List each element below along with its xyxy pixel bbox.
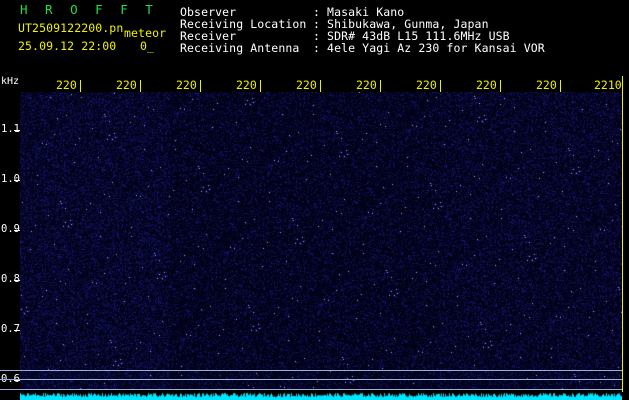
time-label: 220 [176, 78, 197, 92]
time-axis: 220 220 220 220 220 220 220 220 220 2210 [0, 76, 629, 92]
time-label: 220 [416, 78, 437, 92]
time-tick [80, 80, 81, 92]
time-label: 2210 [594, 78, 622, 92]
signal-level-strip [20, 390, 622, 400]
marker-line [0, 370, 622, 371]
mode-label: meteor [124, 26, 167, 40]
frequency-unit-label: kHz [1, 76, 20, 87]
time-label: 220 [536, 78, 557, 92]
time-label: 220 [116, 78, 137, 92]
time-tick [260, 80, 261, 92]
app-title: H R O F F T [20, 2, 158, 17]
time-tick [440, 80, 441, 92]
info-value-antenna: : 4ele Yagi Az 230 for Kansai VOR [313, 41, 545, 55]
file-name: UT2509122200.pn [18, 21, 124, 35]
time-tick [140, 80, 141, 92]
time-label: 220 [296, 78, 317, 92]
time-tick [560, 80, 561, 92]
waterfall-spectrogram [20, 92, 622, 392]
plot-right-border [622, 76, 623, 392]
time-label: 220 [476, 78, 497, 92]
time-tick [200, 80, 201, 92]
time-tick [320, 80, 321, 92]
date-time: 25.09.12 22:00 [18, 39, 117, 53]
time-label: 220 [356, 78, 377, 92]
time-tick [380, 80, 381, 92]
marker-line [0, 379, 622, 380]
frequency-axis: kHz 1.1 1.0 0.9 0.8 0.7 0.6 [0, 76, 20, 392]
counter: 0_ [140, 39, 155, 53]
time-label: 220 [236, 78, 257, 92]
info-label-antenna: Receiving Antenna [180, 41, 300, 55]
time-tick [500, 80, 501, 92]
time-label: 220 [56, 78, 77, 92]
